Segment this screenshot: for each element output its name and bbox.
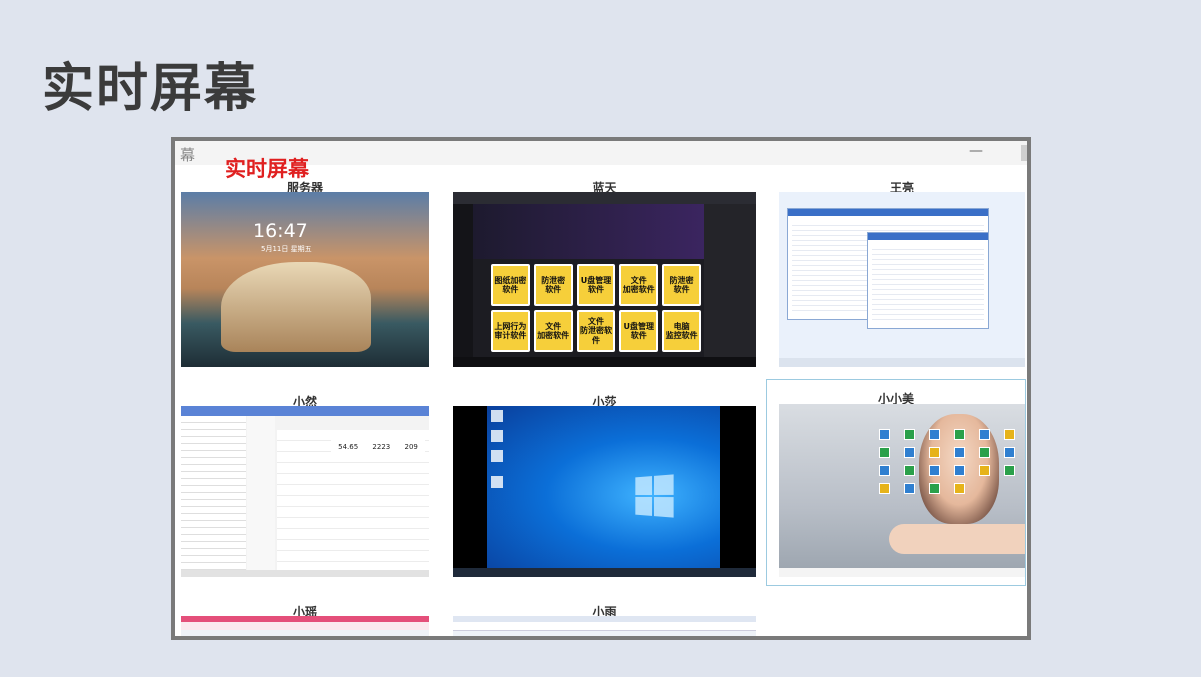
screen-tile-xiaoxiaomei[interactable]: 小小美 <box>766 379 1026 586</box>
browser-tabbar <box>181 406 429 416</box>
slide-title: 实时屏幕 <box>42 59 259 119</box>
video-card: 电脑 监控软件 <box>662 310 701 352</box>
taskbar <box>779 358 1025 367</box>
desktop-icon-column <box>904 429 915 494</box>
side-nav <box>247 416 275 570</box>
monitor-window-body: 幕 — 实时屏幕 服务器 16:47 5月11日 星期五 蓝天 图纸加密 软件 … <box>175 141 1027 636</box>
video-card: 防泄密 软件 <box>533 264 573 306</box>
video-card: U盘管理 软件 <box>576 264 616 306</box>
taskbar <box>181 570 429 577</box>
taskbar <box>779 568 1025 577</box>
screen-thumbnail[interactable]: 16:47 5月11日 星期五 <box>181 192 429 367</box>
monitor-window: 幕 — 实时屏幕 服务器 16:47 5月11日 星期五 蓝天 图纸加密 软件 … <box>171 137 1031 640</box>
taskbar <box>453 357 756 367</box>
screen-thumbnail[interactable] <box>181 616 429 636</box>
screen-tile-lantian[interactable]: 蓝天 图纸加密 软件 防泄密 软件 U盘管理 软件 文件 加密软件 防泄密 软件… <box>453 179 756 367</box>
stats-row: 54.65 2223 209 <box>331 436 425 458</box>
article-text <box>181 416 246 570</box>
lockscreen-clock: 16:47 <box>253 220 308 242</box>
app-icon: 幕 <box>180 146 196 164</box>
windows-desktop <box>487 406 720 568</box>
video-card: 上网行为 审计软件 <box>491 310 530 352</box>
desktop-icon-column <box>1004 429 1015 476</box>
stat-value: 2223 <box>372 443 391 451</box>
desktop-icon-column <box>929 429 940 494</box>
desktop-icon-column <box>879 429 890 494</box>
browser-sidebar <box>453 204 473 357</box>
explorer-window <box>867 232 989 329</box>
wallpaper-portrait-arm <box>889 524 1025 554</box>
chat-panel <box>704 204 756 357</box>
stat-value: 54.65 <box>338 443 359 451</box>
screen-tile-wangliang[interactable]: 王亮 <box>779 179 1025 367</box>
edge-icon <box>491 430 503 442</box>
taskbar <box>453 568 756 577</box>
screen-tile-xiaoyu[interactable]: 小雨 <box>453 603 756 636</box>
video-card: 防泄密 软件 <box>662 264 701 306</box>
screen-thumbnail[interactable] <box>779 192 1025 367</box>
browser-toolbar <box>181 622 429 630</box>
desktop-icon-column <box>979 429 990 476</box>
screen-thumbnail[interactable] <box>779 404 1025 577</box>
screen-thumbnail[interactable]: 图纸加密 软件 防泄密 软件 U盘管理 软件 文件 加密软件 防泄密 软件 上网… <box>453 192 756 367</box>
video-card: 文件 加密软件 <box>533 310 573 352</box>
screen-tile-xiaoyao[interactable]: 小瑶 <box>181 603 429 636</box>
app-icon <box>491 450 503 462</box>
video-card-grid: 图纸加密 软件 防泄密 软件 U盘管理 软件 文件 加密软件 防泄密 软件 上网… <box>491 264 701 352</box>
desktop-icon-column <box>954 429 965 494</box>
stat-value: 209 <box>404 443 418 451</box>
video-card: U盘管理 软件 <box>619 310 659 352</box>
video-card: 文件 防泄密软件 <box>576 310 616 352</box>
recycle-bin-icon <box>491 410 503 422</box>
screen-thumbnail[interactable]: 54.65 2223 209 <box>181 406 429 577</box>
screen-thumbnail[interactable] <box>453 616 756 636</box>
file-icon <box>491 476 503 488</box>
lockscreen-date: 5月11日 星期五 <box>261 245 312 253</box>
screen-tile-xiaoran[interactable]: 小然 54.65 2223 209 <box>181 393 429 577</box>
screen-tile-server[interactable]: 服务器 16:47 5月11日 星期五 <box>181 179 429 367</box>
scrollbar[interactable] <box>1021 145 1027 161</box>
screen-tile-xiaosha[interactable]: 小莎 <box>453 393 756 577</box>
video-card: 文件 加密软件 <box>619 264 659 306</box>
browser-toolbar <box>453 192 756 204</box>
windows-logo-icon <box>635 474 674 518</box>
minimize-button[interactable]: — <box>969 143 983 159</box>
screen-thumbnail[interactable] <box>453 406 756 577</box>
browser-toolbar <box>453 622 756 631</box>
profile-banner <box>473 204 704 259</box>
wallpaper-cliff <box>221 262 371 352</box>
video-card: 图纸加密 软件 <box>491 264 530 306</box>
